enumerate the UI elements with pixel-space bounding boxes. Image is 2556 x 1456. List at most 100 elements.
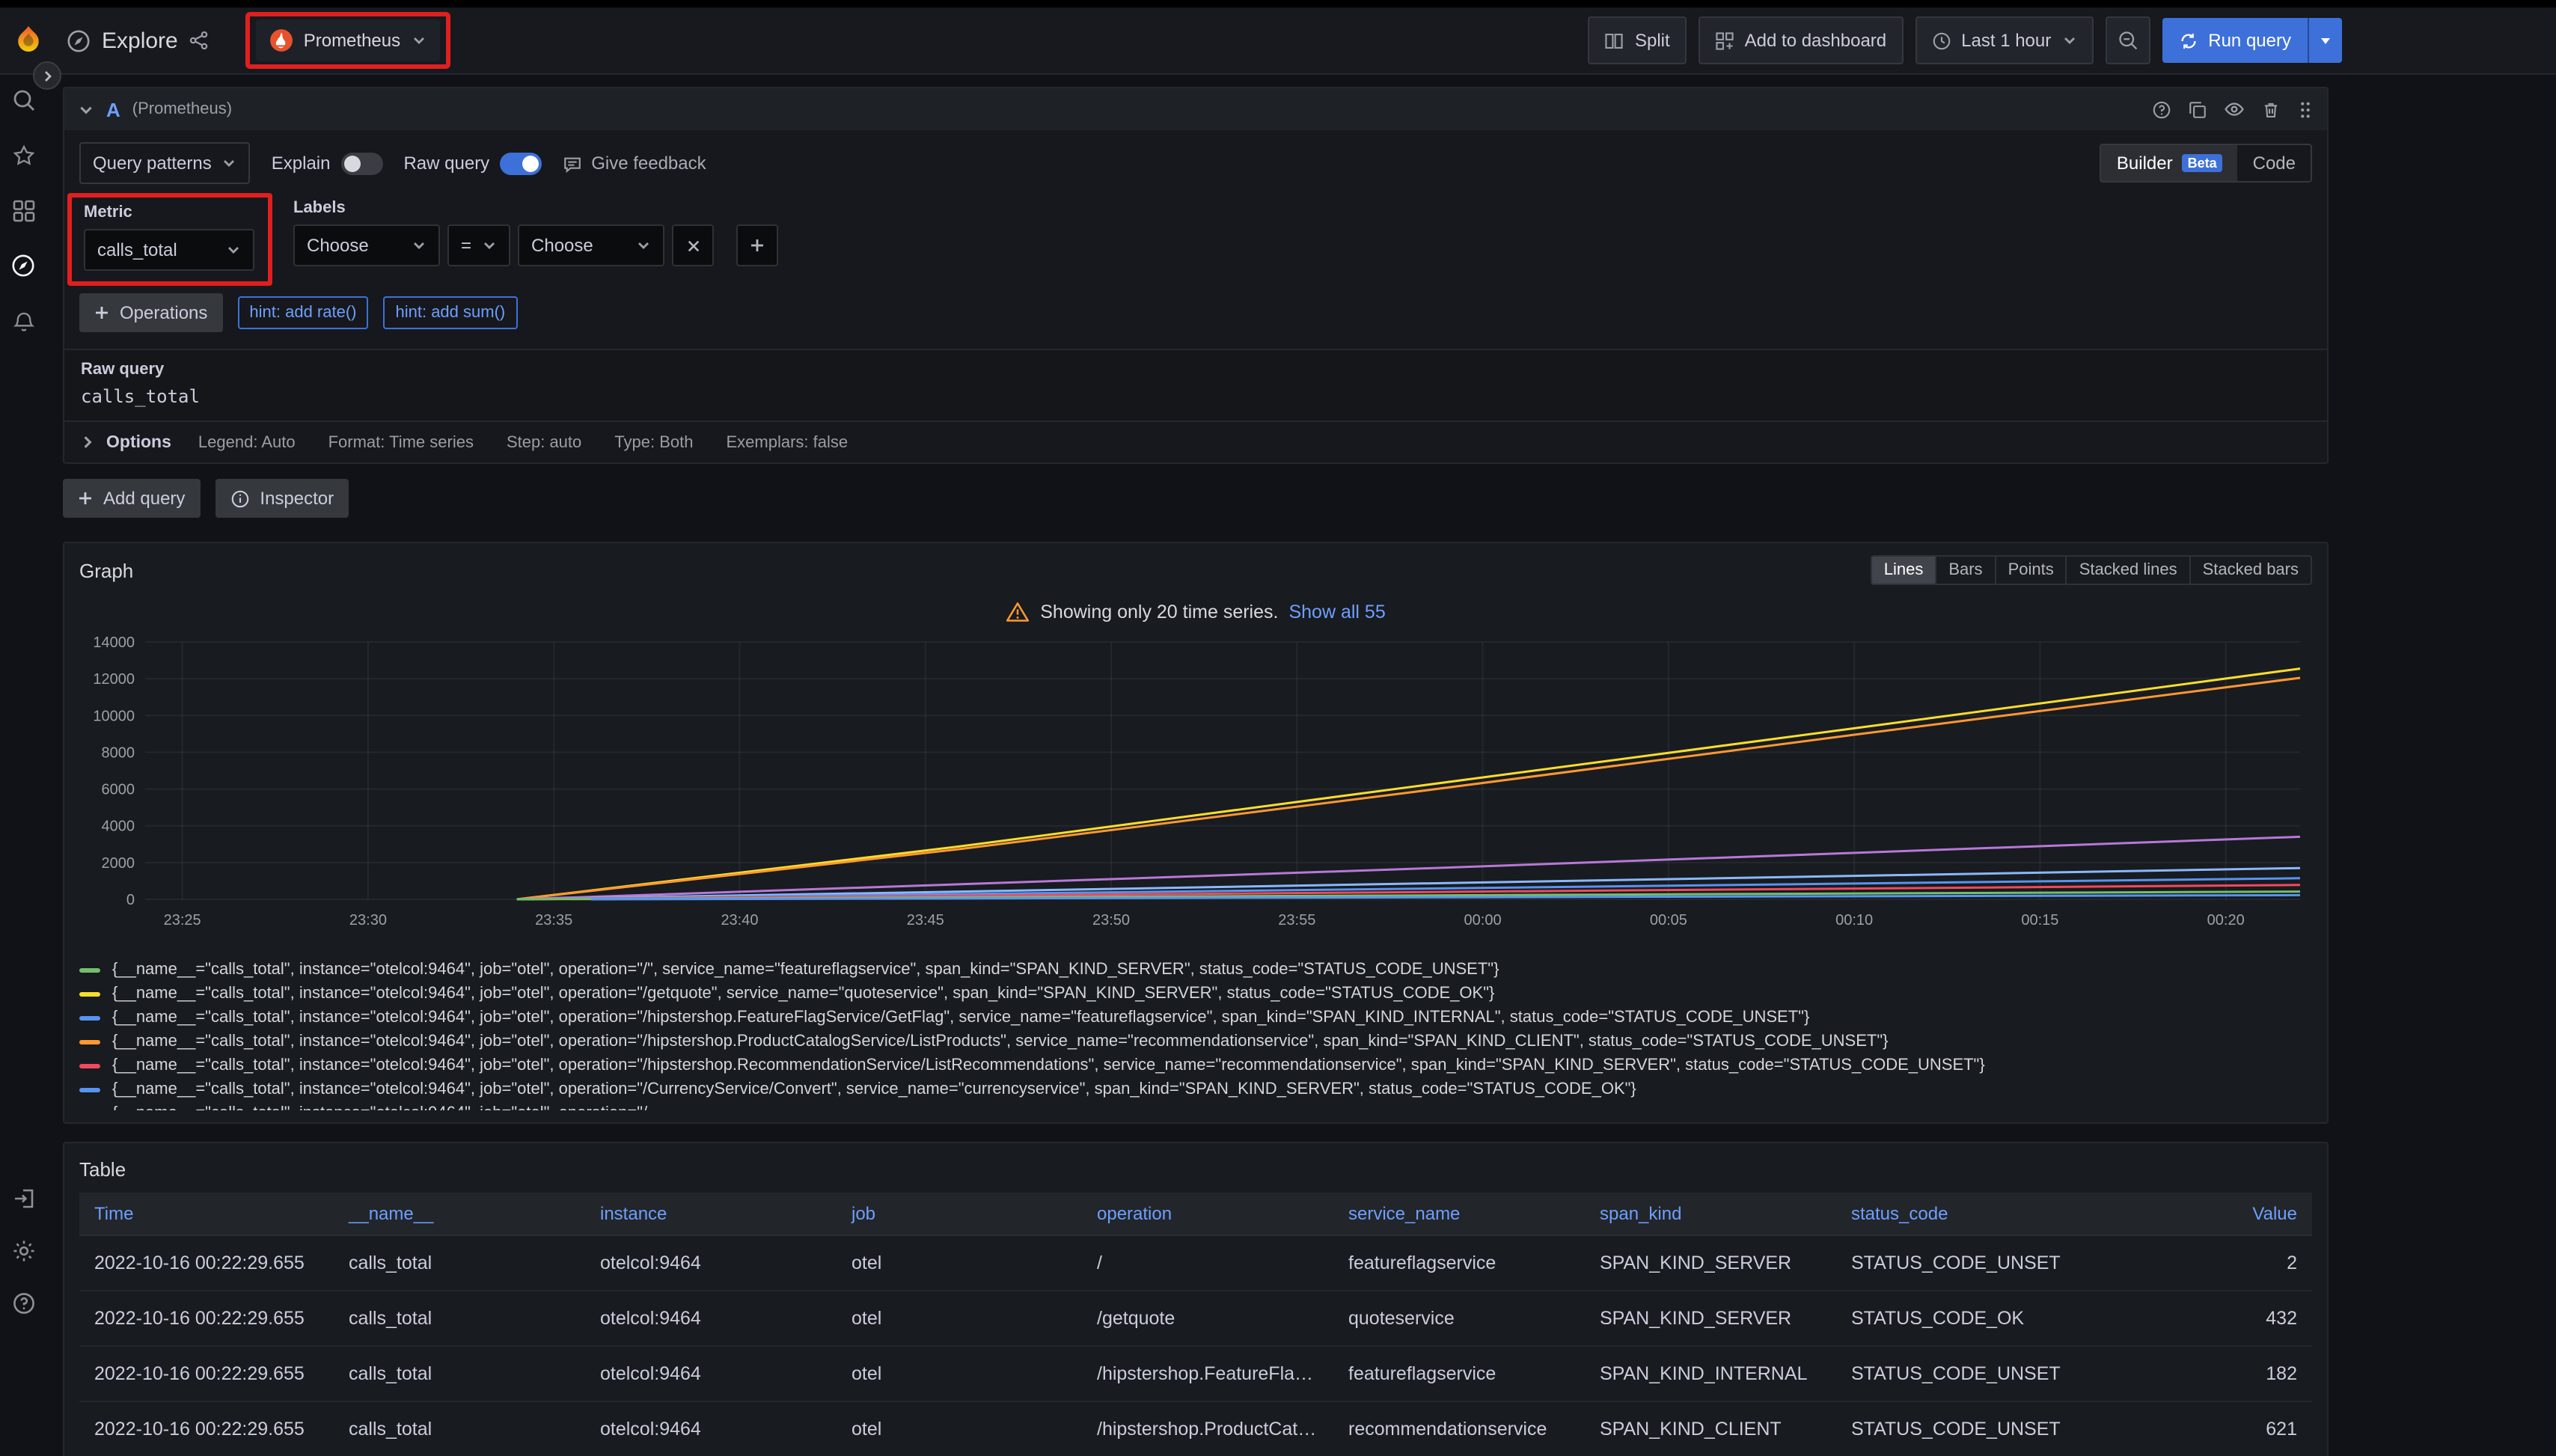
explain-switch[interactable]	[340, 152, 382, 174]
graph-mode-lines[interactable]: Lines	[1872, 557, 1936, 584]
table-cell: otelcol:9464	[585, 1235, 837, 1291]
run-query-dropdown[interactable]	[2308, 18, 2342, 63]
explore-nav-icon[interactable]	[10, 253, 36, 278]
add-query-button[interactable]: Add query	[63, 479, 200, 518]
legend-item[interactable]: {__name__="calls_total", instance="otelc…	[79, 1101, 2312, 1110]
legend-item[interactable]: {__name__="calls_total", instance="otelc…	[79, 958, 2312, 982]
hide-response-eye-icon[interactable]	[2224, 99, 2245, 120]
raw-query-toggle[interactable]: Raw query	[403, 152, 542, 174]
table-cell: 432	[2103, 1291, 2312, 1346]
options-step: Step: auto	[507, 433, 581, 451]
explain-toggle[interactable]: Explain	[272, 152, 383, 174]
table-cell: /hipstershop.ProductCatalogService/ListP…	[1082, 1401, 1333, 1456]
graph-mode-bars[interactable]: Bars	[1935, 557, 1994, 584]
duplicate-query-icon[interactable]	[2188, 100, 2207, 119]
starred-icon[interactable]	[10, 142, 36, 168]
legend-item[interactable]: {__name__="calls_total", instance="otelc…	[79, 1077, 2312, 1101]
legend-item[interactable]: {__name__="calls_total", instance="otelc…	[79, 1030, 2312, 1053]
collapse-chevron-icon[interactable]	[78, 101, 94, 117]
raw-query-label: Raw query	[403, 153, 489, 174]
time-range-picker[interactable]: Last 1 hour	[1915, 16, 2093, 64]
table-cell: otelcol:9464	[585, 1401, 837, 1456]
table-cell: calls_total	[334, 1235, 585, 1291]
table-cell: /hipstershop.FeatureFlagService/GetFlag	[1082, 1346, 1333, 1401]
query-row-header[interactable]: A (Prometheus)	[64, 88, 2327, 130]
zoom-out-button[interactable]	[2105, 16, 2150, 64]
raw-query-expression: calls_total	[81, 386, 2311, 407]
label-value-select[interactable]: Choose	[518, 224, 664, 266]
remove-label-filter-button[interactable]	[672, 224, 714, 266]
svg-text:23:50: 23:50	[1092, 912, 1130, 929]
builder-mode-option[interactable]: Builder Beta	[2102, 145, 2238, 181]
code-mode-option[interactable]: Code	[2238, 145, 2311, 181]
column-header-instance[interactable]: instance	[585, 1193, 837, 1235]
operations-row: Operations hint: add rate() hint: add su…	[79, 275, 2312, 332]
legend-item[interactable]: {__name__="calls_total", instance="otelc…	[79, 1006, 2312, 1030]
query-patterns-dropdown[interactable]: Query patterns	[79, 142, 251, 184]
table-cell: /	[1082, 1235, 1333, 1291]
share-icon[interactable]	[189, 30, 210, 51]
give-feedback-button[interactable]: Give feedback	[563, 153, 706, 174]
column-header-spankind[interactable]: span_kind	[1585, 1193, 1836, 1235]
metric-group: Metric calls_total	[84, 204, 254, 271]
inspector-button[interactable]: Inspector	[215, 479, 349, 518]
table-cell: 2022-10-16 00:22:29.655	[79, 1291, 334, 1346]
settings-gear-icon[interactable]	[10, 1238, 36, 1263]
builder-label: Builder	[2117, 153, 2173, 174]
add-to-dashboard-button[interactable]: Add to dashboard	[1699, 16, 1904, 64]
add-label-filter-button[interactable]	[736, 224, 778, 266]
column-header-statuscode[interactable]: status_code	[1836, 1193, 2103, 1235]
graph-canvas[interactable]: 0200040006000800010000120001400023:2523:…	[79, 633, 2312, 947]
column-header-time[interactable]: Time	[79, 1193, 334, 1235]
results-table: Time__name__instancejoboperationservice_…	[79, 1193, 2312, 1456]
legend-label: {__name__="calls_total", instance="otelc…	[112, 1104, 647, 1110]
column-header-job[interactable]: job	[837, 1193, 1082, 1235]
options-label[interactable]: Options	[106, 433, 171, 451]
legend-item[interactable]: {__name__="calls_total", instance="otelc…	[79, 1053, 2312, 1077]
hint-add-sum-button[interactable]: hint: add sum()	[384, 296, 518, 329]
graph-mode-stacked-bars[interactable]: Stacked bars	[2189, 557, 2311, 584]
hint-add-rate-button[interactable]: hint: add rate()	[237, 296, 368, 329]
legend-color-marker	[79, 991, 100, 996]
label-key-select[interactable]: Choose	[293, 224, 440, 266]
query-patterns-label: Query patterns	[93, 153, 212, 174]
chevron-down-icon	[482, 238, 497, 253]
run-query-button[interactable]: Run query	[2162, 18, 2342, 63]
table-row: 2022-10-16 00:22:29.655calls_totalotelco…	[79, 1401, 2312, 1456]
column-header-servicename[interactable]: service_name	[1333, 1193, 1585, 1235]
graph-mode-points[interactable]: Points	[1995, 557, 2066, 584]
table-cell: 182	[2103, 1346, 2312, 1401]
metric-select[interactable]: calls_total	[84, 229, 254, 271]
column-header-operation[interactable]: operation	[1082, 1193, 1333, 1235]
sign-in-icon[interactable]	[10, 1185, 36, 1211]
label-key-value: Choose	[307, 235, 369, 256]
options-row[interactable]: Options Legend: Auto Format: Time series…	[79, 422, 2312, 462]
dashboards-icon[interactable]	[10, 198, 36, 223]
legend-color-marker	[79, 1063, 100, 1068]
beta-badge: Beta	[2182, 154, 2223, 172]
datasource-picker[interactable]: Prometheus	[256, 19, 439, 61]
help-icon[interactable]	[10, 1290, 36, 1315]
drag-handle-icon[interactable]	[2297, 100, 2314, 119]
svg-text:23:30: 23:30	[349, 912, 387, 929]
legend-item[interactable]: {__name__="calls_total", instance="otelc…	[79, 982, 2312, 1006]
column-header-value[interactable]: Value	[2103, 1193, 2312, 1235]
warning-triangle-icon	[1006, 600, 1030, 624]
show-all-series-link[interactable]: Show all 55	[1288, 602, 1385, 623]
column-header-name[interactable]: __name__	[334, 1193, 585, 1235]
run-query-label: Run query	[2208, 30, 2291, 51]
grafana-logo[interactable]	[12, 24, 45, 57]
remove-query-trash-icon[interactable]	[2261, 100, 2281, 119]
split-button[interactable]: Split	[1589, 16, 1687, 64]
operations-button[interactable]: Operations	[79, 293, 222, 332]
query-help-icon[interactable]	[2152, 100, 2171, 119]
alerting-bell-icon[interactable]	[10, 308, 36, 334]
query-ref-id[interactable]: A	[106, 98, 120, 120]
graph-mode-stacked-lines[interactable]: Stacked lines	[2066, 557, 2189, 584]
raw-query-switch[interactable]	[500, 152, 542, 174]
metric-labels-row: Metric calls_total Labels	[79, 184, 2312, 275]
sidebar-expand-toggle[interactable]	[33, 61, 61, 90]
give-feedback-label: Give feedback	[591, 153, 706, 174]
search-icon[interactable]	[10, 87, 36, 112]
label-operator-select[interactable]: =	[447, 224, 510, 266]
